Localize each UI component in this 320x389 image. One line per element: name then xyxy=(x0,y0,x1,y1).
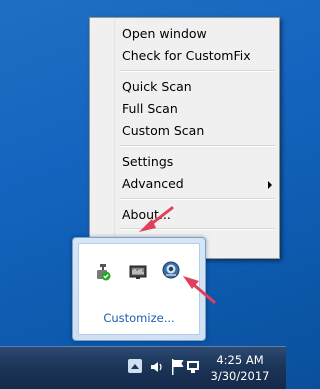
annotation-arrows xyxy=(139,206,216,304)
clock-date: 3/30/2017 xyxy=(210,369,270,383)
clock-time: 4:25 AM xyxy=(216,353,264,367)
taskbar: 4:25 AM 3/30/2017 xyxy=(0,346,286,389)
system-clock[interactable]: 4:25 AM 3/30/2017 xyxy=(206,352,274,384)
chevron-up-icon xyxy=(131,364,139,369)
network-icon[interactable] xyxy=(186,359,200,379)
annotation-arrow-exit xyxy=(139,206,174,232)
show-hidden-icons-button[interactable] xyxy=(128,359,142,373)
annotation-arrow-tray-icon xyxy=(183,276,216,304)
flag-icon[interactable] xyxy=(170,358,186,380)
volume-icon[interactable] xyxy=(149,359,165,379)
